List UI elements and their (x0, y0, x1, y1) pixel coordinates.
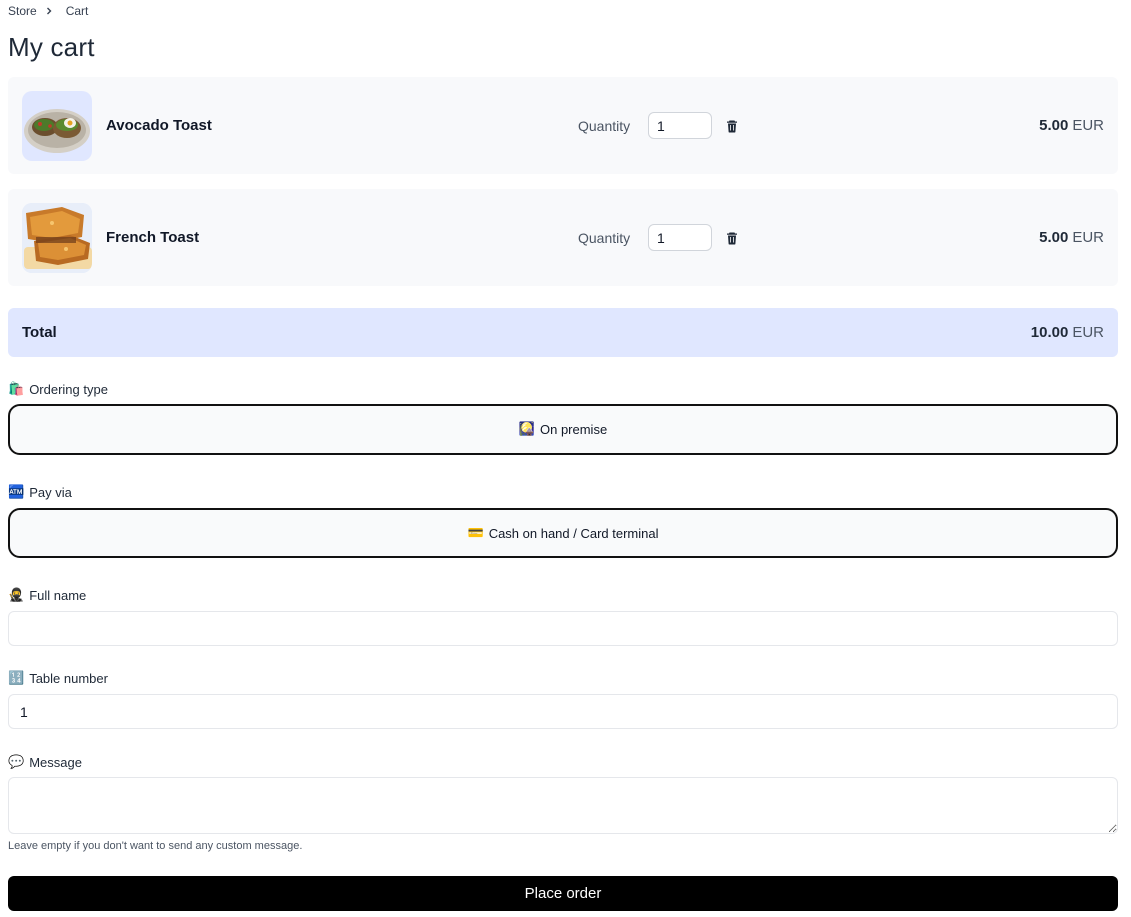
quantity-input[interactable] (648, 112, 712, 139)
ordering-type-select[interactable]: 🎑 On premise (8, 404, 1118, 455)
french-toast-image (22, 203, 92, 273)
item-price: 5.00 EUR (1039, 117, 1104, 134)
cart-total: Total 10.00 EUR (8, 308, 1118, 357)
place-order-button[interactable]: Place order (8, 876, 1118, 911)
chevron-right-icon (45, 7, 53, 15)
avocado-toast-image (22, 91, 92, 161)
speech-bubble-icon: 💬 (8, 755, 25, 770)
quantity-label: Quantity (578, 117, 631, 134)
pay-via-select[interactable]: 💳 Cash on hand / Card terminal (8, 508, 1118, 558)
quantity-label: Quantity (578, 229, 631, 246)
total-label: Total (22, 324, 57, 341)
item-name: French Toast (106, 229, 200, 246)
moon-viewing-icon: 🎑 (518, 422, 535, 437)
table-number-input[interactable] (8, 694, 1118, 729)
full-name-label: 🥷 Full name (8, 588, 87, 603)
message-textarea[interactable] (8, 777, 1118, 834)
credit-card-icon: 💳 (467, 525, 484, 541)
item-price: 5.00 EUR (1039, 229, 1104, 246)
total-amount: 10.00 EUR (1030, 324, 1104, 341)
trash-icon[interactable] (725, 119, 739, 133)
ninja-icon: 🥷 (8, 588, 25, 603)
page-title: My cart (8, 32, 95, 62)
breadcrumb-current: Cart (65, 4, 89, 18)
breadcrumb: Store Cart (8, 4, 88, 18)
trash-icon[interactable] (725, 231, 739, 245)
shopping-bags-icon: 🛍️ (8, 382, 25, 397)
cart-item: French Toast Quantity 5.00EUR (8, 189, 1118, 286)
pay-via-label: 🏧 Pay via (8, 485, 72, 500)
atm-icon: 🏧 (8, 485, 25, 500)
breadcrumb-store-link[interactable]: Store (8, 4, 37, 18)
quantity-input[interactable] (648, 224, 712, 251)
cart-item: Avocado Toast Quantity 5.00EUR (8, 77, 1118, 174)
ordering-type-label: 🛍️ Ordering type (8, 382, 108, 397)
numbers-icon: 🔢 (8, 671, 25, 686)
message-label: 💬 Message (8, 755, 82, 770)
item-name: Avocado Toast (106, 117, 212, 134)
message-hint: Leave empty if you don't want to send an… (8, 840, 303, 852)
full-name-input[interactable] (8, 611, 1118, 646)
table-number-label: 🔢 Table number (8, 671, 108, 686)
